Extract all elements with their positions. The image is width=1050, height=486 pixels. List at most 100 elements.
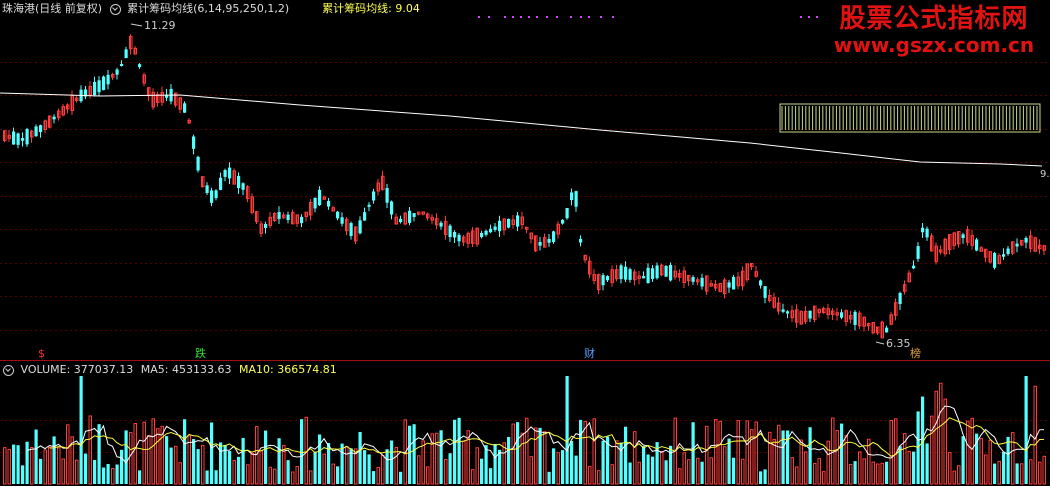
volume-bar-up (156, 428, 160, 485)
volume-bar-up (255, 426, 259, 485)
volume-bar-up (7, 448, 11, 485)
indicator-params: (6,14,95,250,1,2) (193, 2, 290, 15)
candle-down (399, 218, 403, 223)
volume-bar-down (601, 440, 605, 484)
candle-down (975, 239, 979, 251)
volume-bar-down (183, 419, 187, 484)
watermark-title: 股票公式指标网 (839, 4, 1029, 34)
volume-bar-up (705, 425, 709, 485)
candle-down (579, 238, 583, 243)
volume-bar-down (214, 470, 218, 484)
ma10-value: 366574.81 (277, 363, 337, 376)
volume-bar-down (52, 436, 56, 484)
marker-die[interactable]: 跌 (195, 346, 206, 360)
candle-down (808, 310, 812, 319)
volume-bar-up (835, 430, 839, 485)
marker-bang[interactable]: 榜 (910, 346, 921, 360)
candle-down (898, 292, 902, 305)
volume-bar-down (925, 443, 929, 484)
volume-bar-down (579, 419, 583, 484)
candle-down (286, 214, 290, 220)
volume-bar-up (997, 460, 1001, 485)
volume-bar-up (988, 439, 992, 485)
candle-down (700, 277, 704, 287)
volume-bar-up (426, 466, 430, 485)
volume-bar-up (273, 468, 277, 485)
volume-bar-up (952, 470, 956, 485)
volume-bar-up (777, 424, 781, 485)
volume-bar-up (849, 464, 853, 485)
volume-bar-up (597, 470, 601, 485)
volume-bar-down (349, 448, 353, 484)
volume-bar-up (1020, 463, 1024, 485)
volume-bar-up (1011, 432, 1015, 485)
candle-down (313, 197, 317, 209)
signal-dot (546, 16, 548, 18)
volume-bar-down (300, 419, 304, 484)
volume-bar-down (412, 424, 416, 484)
volume-bar-down (336, 466, 340, 484)
volume-bar-up (525, 417, 529, 485)
candle-down (183, 103, 187, 113)
volume-bar-up (61, 458, 65, 485)
volume-bar-up (736, 420, 740, 485)
volume-bar-down (25, 441, 29, 484)
volume-bar-up (858, 451, 862, 485)
candle-down (196, 156, 200, 171)
candle-down (21, 138, 25, 141)
volume-bar-up (714, 419, 718, 485)
signal-dot (800, 16, 802, 18)
volume-bar-down (561, 450, 565, 484)
candle-down (570, 192, 574, 201)
volume-bar-down (624, 426, 628, 484)
volume-bar-down (12, 444, 16, 484)
indicator-name[interactable]: 累计筹码均线 (127, 2, 193, 15)
candle-down (439, 222, 443, 227)
volume-bar-down (372, 471, 376, 484)
indicator-value: 9.04 (395, 2, 420, 15)
volume-bar-down (210, 422, 214, 484)
volume-bar-down (700, 461, 704, 484)
signal-dot (528, 16, 530, 18)
marker-dollar[interactable]: $ (38, 347, 45, 360)
candle-down (210, 190, 214, 203)
candle-down (349, 223, 353, 236)
volume-toggle-icon[interactable] (3, 364, 14, 376)
signal-dot (612, 16, 614, 18)
volume-bar-down (1015, 463, 1019, 484)
candle-down (669, 264, 673, 281)
candle-down (538, 241, 542, 246)
volume-bar-up (520, 432, 524, 485)
volume-bar-up (259, 450, 263, 485)
volume-bar-down (570, 440, 574, 484)
volume-bar-down (358, 431, 362, 484)
volume-bar-up (475, 447, 479, 485)
volume-bar-up (201, 444, 205, 485)
volume-bar-up (511, 423, 515, 485)
volume-bar-down (646, 454, 650, 484)
low-price-annotation: 6.35 (875, 337, 911, 350)
volume-bar-up (943, 398, 947, 485)
volume-bar-down (1002, 451, 1006, 484)
volume-bar-down (363, 450, 367, 484)
volume-bar-up (462, 440, 466, 485)
stock-title[interactable]: 珠海港(日线 前复权) (2, 2, 102, 15)
candle-down (781, 309, 785, 312)
volume-bar-up (939, 382, 943, 485)
volume-bar-up (43, 449, 47, 485)
volume-bar-down (516, 422, 520, 484)
volume-bar-down (853, 461, 857, 484)
stock-chart[interactable]: 11.29 6.35 9. $ 跌 财 榜 (0, 0, 1050, 486)
indicator-toggle-icon[interactable] (109, 3, 121, 15)
candle-down (138, 64, 142, 68)
volume-bar-up (502, 442, 506, 485)
candle-down (115, 69, 119, 75)
candle-down (655, 265, 659, 279)
candle-down (390, 201, 394, 215)
candle-down (561, 219, 565, 224)
volume-bar-down (219, 442, 223, 484)
candle-down (1006, 248, 1010, 254)
volume-bar-down (642, 446, 646, 484)
marker-cai[interactable]: 财 (584, 346, 595, 360)
volume-bar-down (732, 457, 736, 484)
